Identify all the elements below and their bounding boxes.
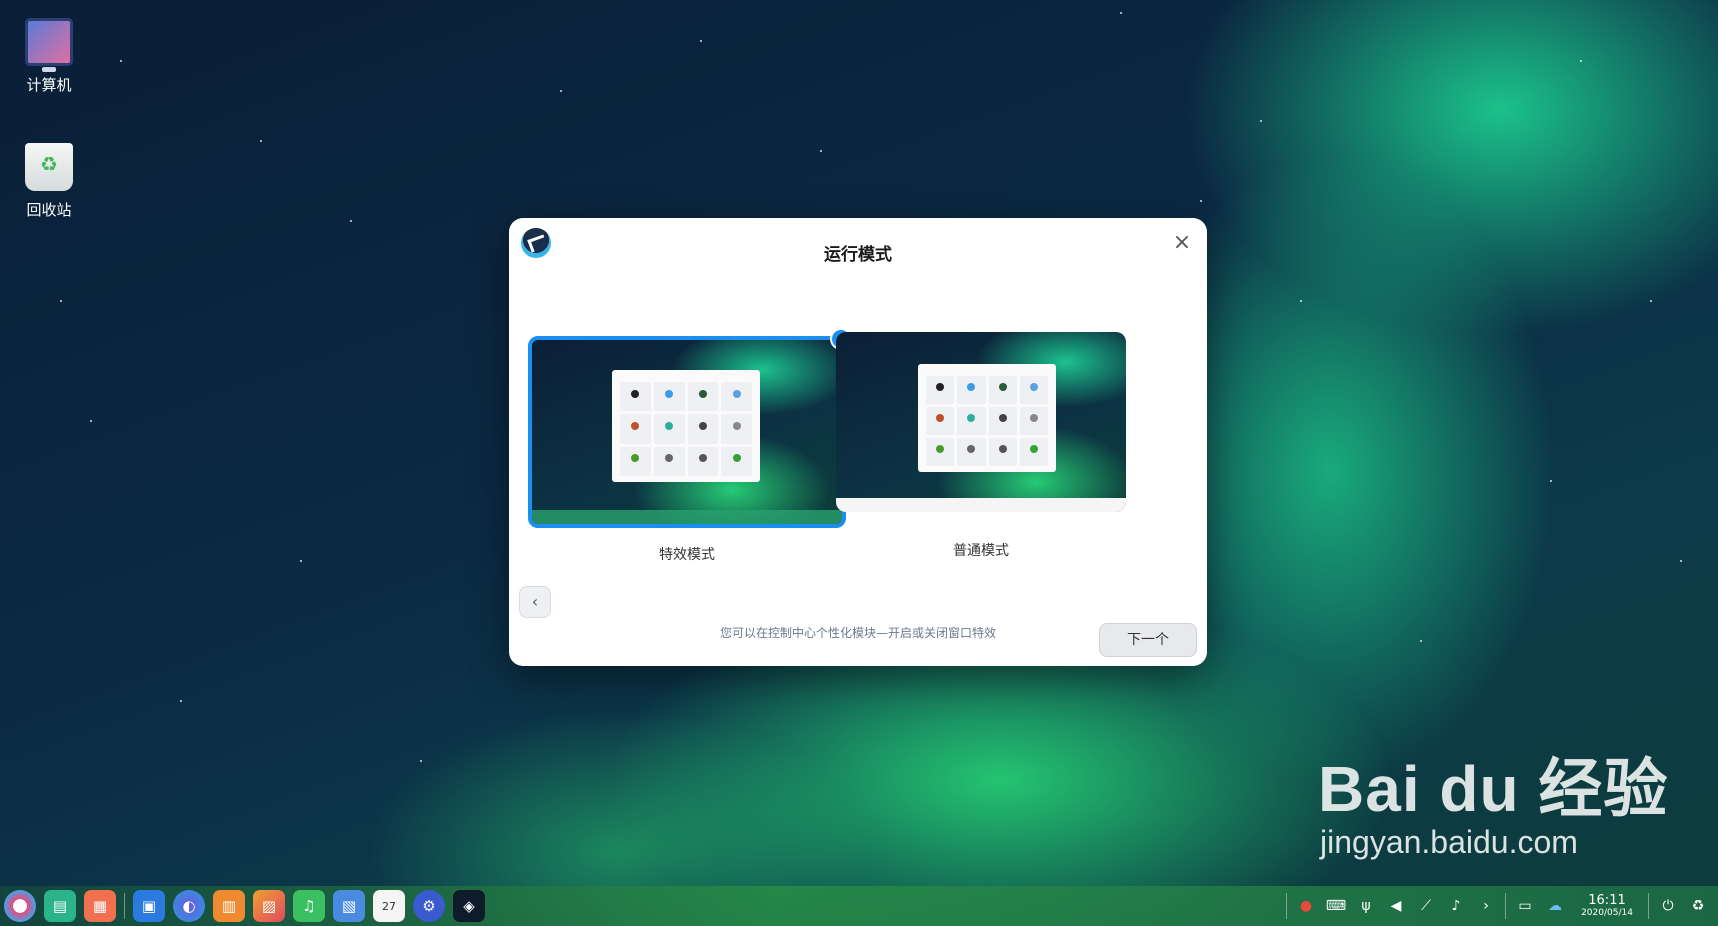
- desktop-icon-computer[interactable]: 计算机: [4, 18, 94, 95]
- mode-label: 普通模式: [953, 543, 1009, 559]
- notification-bell-icon[interactable]: ♪: [1444, 894, 1468, 918]
- music-icon[interactable]: ♫: [293, 890, 325, 922]
- preview-dock: [836, 498, 1126, 512]
- calendar-icon[interactable]: 27: [373, 890, 405, 922]
- network-icon[interactable]: ⟋: [1414, 894, 1438, 918]
- mode-card-effects[interactable]: ✓ 特效模式: [528, 328, 852, 564]
- welcome-app-icon[interactable]: ◈: [453, 890, 485, 922]
- weather-icon[interactable]: ☁: [1543, 894, 1567, 918]
- preview-dock: [532, 510, 842, 524]
- volume-icon[interactable]: ◀: [1384, 894, 1408, 918]
- desktop-show-icon[interactable]: ▦: [84, 890, 116, 922]
- browser-icon[interactable]: ◐: [173, 890, 205, 922]
- mode-preview-effects: [528, 336, 846, 528]
- image-viewer-icon[interactable]: ▨: [253, 890, 285, 922]
- app-store-icon[interactable]: ▣: [133, 890, 165, 922]
- trash-tray-icon[interactable]: ♻: [1686, 894, 1710, 918]
- clock[interactable]: 16:11 2020/05/14: [1576, 894, 1638, 918]
- power-icon[interactable]: ⏻: [1656, 894, 1680, 918]
- launcher-icon[interactable]: [4, 890, 36, 922]
- tray-divider: [1505, 893, 1506, 919]
- taskbar-divider: [124, 893, 125, 919]
- control-center-icon[interactable]: ⚙: [413, 890, 445, 922]
- close-button[interactable]: ×: [1169, 230, 1195, 256]
- desktop-icon-label: 回收站: [26, 201, 72, 219]
- desktop-icon-trash[interactable]: 回收站: [4, 143, 94, 220]
- clock-date: 2020/05/14: [1581, 908, 1633, 918]
- usb-icon[interactable]: ψ: [1354, 894, 1378, 918]
- tray-divider: [1286, 893, 1287, 919]
- file-manager-icon[interactable]: ▥: [213, 890, 245, 922]
- next-button[interactable]: 下一个: [1099, 623, 1197, 657]
- multitask-view-icon[interactable]: ▤: [44, 890, 76, 922]
- input-method-icon[interactable]: ●: [1294, 894, 1318, 918]
- back-button[interactable]: ‹: [519, 586, 551, 618]
- chevron-right-icon[interactable]: ›: [1474, 894, 1498, 918]
- mode-preview-normal: [836, 332, 1126, 512]
- watermark-main: Bai du 经验: [1318, 753, 1669, 825]
- tray-divider: [1648, 893, 1649, 919]
- keyboard-icon[interactable]: ⌨: [1324, 894, 1348, 918]
- mode-card-normal[interactable]: 普通模式: [836, 332, 1154, 560]
- preview-window: [918, 364, 1056, 472]
- system-tray: ● ⌨ ψ ◀ ⟋ ♪ › ▭ ☁ 16:11 2020/05/14 ⏻ ♻: [1282, 893, 1718, 919]
- run-mode-dialog: 运行模式 × ✓ 特效模式: [509, 218, 1207, 666]
- dialog-title: 运行模式: [824, 245, 892, 265]
- baidu-watermark: Bai du 经验 jingyan.baidu.com: [1318, 738, 1668, 861]
- preview-window: [612, 370, 760, 482]
- mode-label: 特效模式: [659, 547, 715, 563]
- computer-icon: [25, 18, 73, 72]
- onscreen-keyboard-icon[interactable]: ▭: [1513, 894, 1537, 918]
- trash-icon: [25, 143, 73, 191]
- document-viewer-icon[interactable]: ▧: [333, 890, 365, 922]
- desktop-icon-label: 计算机: [26, 76, 72, 94]
- clock-time: 16:11: [1588, 893, 1626, 908]
- taskbar: ▤ ▦ ▣ ◐ ▥ ▨ ♫ ▧ 27 ⚙ ◈ ● ⌨ ψ ◀ ⟋ ♪ › ▭ ☁…: [0, 886, 1718, 926]
